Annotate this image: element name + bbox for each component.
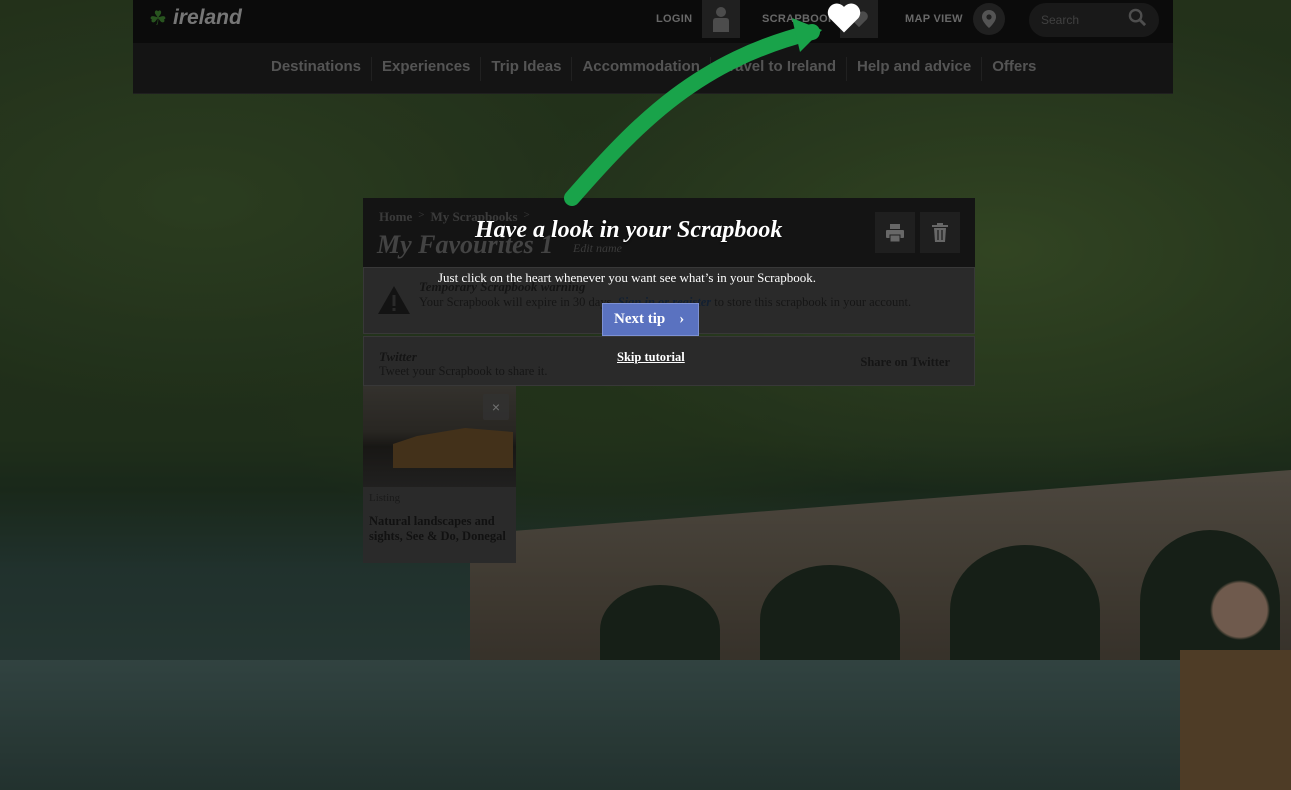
tutorial-text: Just click on the heart whenever you wan… [438, 270, 816, 285]
heart-icon[interactable] [826, 1, 862, 39]
chevron-right-icon: › [679, 311, 685, 327]
next-tip-label: Next tip [614, 311, 666, 327]
tutorial-arrow [564, 18, 822, 206]
tutorial-title: Have a look in your Scrapbook [475, 217, 783, 243]
next-tip-button[interactable]: Next tip › [602, 303, 699, 336]
skip-tutorial-link[interactable]: Skip tutorial [617, 350, 685, 365]
